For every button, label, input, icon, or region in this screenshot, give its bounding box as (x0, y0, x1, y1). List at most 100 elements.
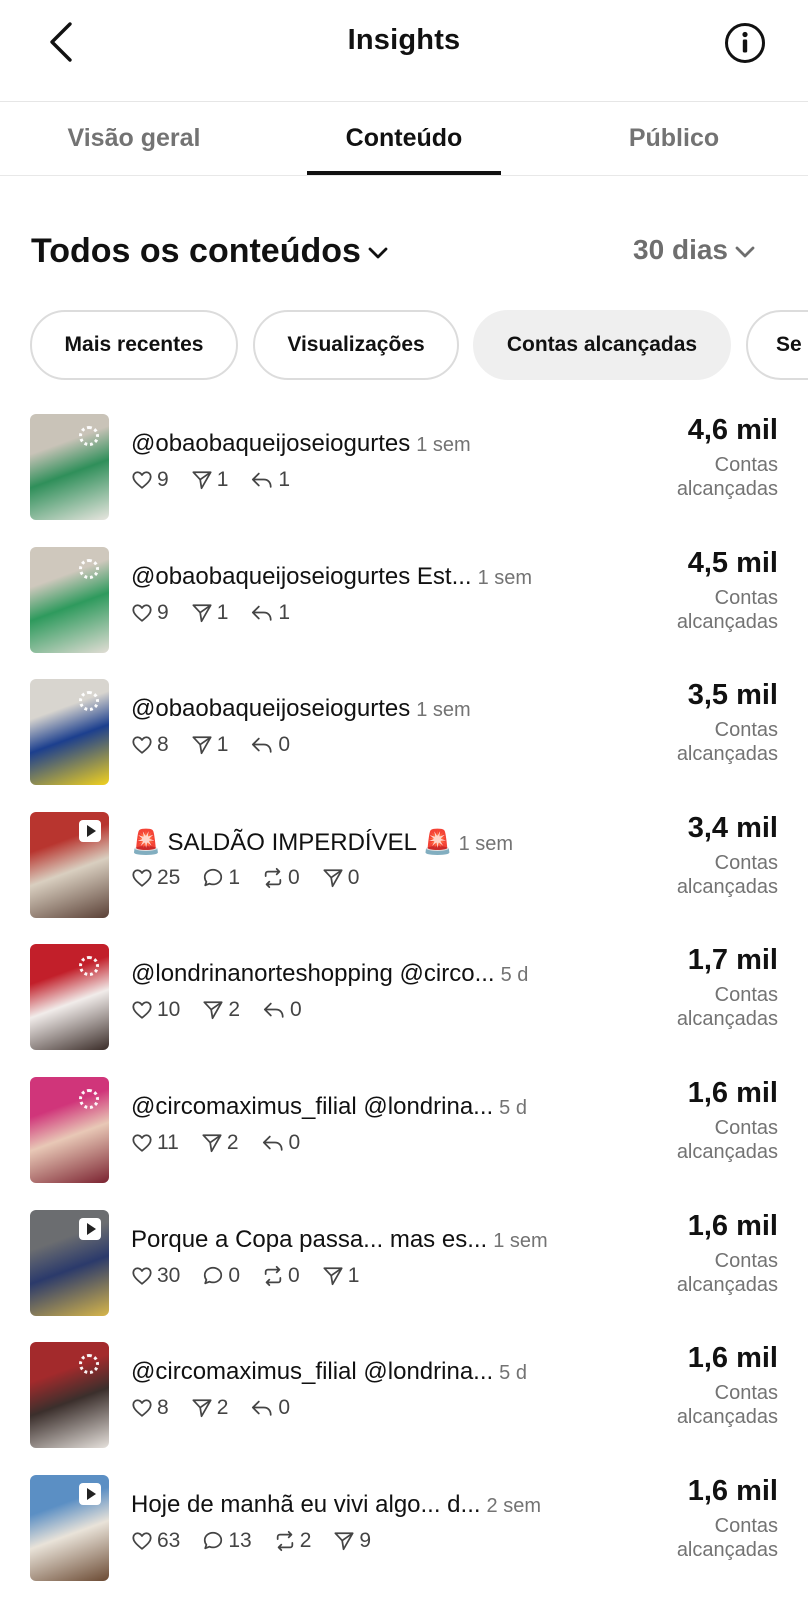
post-caption: @circomaximus_filial @londrina... (131, 1093, 494, 1120)
stat-value: 63 (157, 1528, 181, 1552)
stat-value: 30 (157, 1263, 181, 1287)
stat-value: 0 (228, 1263, 241, 1287)
video-icon (79, 819, 101, 842)
stat-value: 2 (228, 998, 241, 1022)
list-item[interactable]: @obaobaqueijoseiogurtes 1 sem 8 1 0 3,5 mil Co… (0, 665, 808, 800)
list-item[interactable]: Porque a Copa passa... mas es... 1 sem 30 0… (0, 1196, 808, 1331)
heart-icon (131, 1132, 153, 1154)
heart-icon (131, 469, 153, 491)
post-thumbnail (30, 944, 109, 1051)
metric-value: 1,6 mil (687, 1209, 778, 1242)
stat-value: 9 (157, 600, 169, 624)
pill-more[interactable]: Se (746, 310, 808, 380)
post-caption-line: 🚨 SALDÃO IMPERDÍVEL 🚨 1 sem (131, 828, 591, 857)
post-caption: 🚨 SALDÃO IMPERDÍVEL 🚨 (131, 828, 453, 856)
repost-count: 0 (262, 866, 300, 890)
list-item[interactable]: @circomaximus_filial @londrina... 5 d 8 2 0 1… (0, 1328, 808, 1463)
comment-icon (202, 867, 224, 889)
comment-count: 0 (202, 1264, 240, 1288)
content-type-dropdown[interactable]: Todos os conteúdos (31, 232, 389, 271)
stat-value: 1 (216, 468, 229, 491)
post-caption: @obaobaqueijoseiogurtes Est... (131, 562, 472, 590)
reply-count: 0 (250, 733, 290, 757)
reply-count: 0 (262, 998, 302, 1022)
post-thumbnail (30, 1342, 109, 1449)
list-item[interactable]: Hoje de manhã eu vivi algo... d... 2 sem 6… (0, 1461, 808, 1596)
tab-overview[interactable]: Visão geral (4, 124, 264, 153)
metric-label: Contas alcançadas (676, 1514, 778, 1561)
post-caption: Hoje de manhã eu vivi algo... d... (131, 1490, 481, 1518)
reply-count: 1 (250, 601, 290, 625)
metric-label: Contas alcançadas (676, 1249, 778, 1296)
repost-count: 2 (274, 1529, 311, 1553)
post-stats: 9 1 1 (131, 468, 290, 492)
list-item[interactable]: @londrinanorteshopping @circo... 5 d 10 2 0 1… (0, 930, 808, 1065)
heart-icon (131, 1530, 153, 1552)
list-item[interactable]: @obaobaqueijoseiogurtes Est... 1 sem 9 1 1 4,… (0, 533, 808, 668)
filter-row: Todos os conteúdos 30 dias (0, 222, 808, 278)
carousel-icon (79, 1089, 99, 1109)
post-stats: 10 2 0 (131, 998, 302, 1022)
metric-value: 3,5 mil (687, 679, 778, 712)
tab-audience[interactable]: Público (544, 124, 804, 153)
post-age: 1 sem (416, 699, 471, 722)
stat-value: 0 (288, 1263, 300, 1287)
post-metric: 4,6 mil Contas alcançadas (638, 414, 778, 501)
heart-icon (131, 1265, 153, 1287)
list-item[interactable]: 🚨 SALDÃO IMPERDÍVEL 🚨 1 sem 25 1 0 0 3,4 mil Co… (0, 798, 808, 933)
header: Insights (0, 0, 808, 102)
post-thumbnail (30, 1209, 109, 1316)
post-thumbnail (30, 414, 109, 520)
list-item[interactable]: @circomaximus_filial @londrina... 5 d 11 2 0… (0, 1063, 808, 1198)
send-icon (201, 1132, 223, 1154)
tab-content[interactable]: Conteúdo (274, 124, 534, 153)
heart-count: 9 (131, 468, 169, 492)
post-caption: @obaobaqueijoseiogurtes (131, 695, 411, 723)
period-label: 30 dias (633, 234, 728, 265)
comment-count: 1 (202, 866, 240, 890)
post-stats: 63 13 2 9 (131, 1529, 371, 1553)
heart-count: 10 (131, 998, 180, 1022)
pill-accounts-reached[interactable]: Contas alcançadas (473, 310, 731, 380)
repost-count: 0 (262, 1264, 300, 1288)
stat-value: 1 (278, 600, 291, 624)
post-thumbnail (30, 1077, 109, 1183)
stat-value: 2 (216, 1396, 229, 1420)
period-dropdown[interactable]: 30 dias (633, 234, 756, 266)
post-caption-line: @londrinanorteshopping @circo... 5 d (131, 960, 591, 988)
reply-icon (250, 1397, 274, 1419)
stat-value: 0 (290, 998, 302, 1022)
metric-label: Contas alcançadas (676, 1117, 778, 1163)
post-caption-line: @obaobaqueijoseiogurtes 1 sem (131, 695, 591, 723)
metric-label: Contas alcançadas (676, 984, 778, 1031)
send-icon (191, 734, 213, 756)
stat-value: 0 (278, 733, 291, 757)
info-button[interactable] (724, 22, 766, 64)
metric-value: 3,4 mil (687, 811, 778, 844)
stat-value: 1 (278, 468, 291, 491)
post-age: 2 sem (486, 1494, 542, 1517)
post-caption-line: @obaobaqueijoseiogurtes Est... 1 sem (131, 563, 591, 591)
video-icon (79, 1217, 101, 1240)
list-item[interactable]: @obaobaqueijoseiogurtes 1 sem 9 1 1 4,6 mil Co… (0, 400, 808, 535)
pill-most-recent[interactable]: Mais recentes (30, 310, 238, 380)
comment-count: 13 (202, 1529, 252, 1553)
post-stats: 30 0 0 1 (131, 1264, 359, 1288)
stat-value: 11 (157, 1131, 179, 1154)
post-caption-line: @circomaximus_filial @londrina... 5 d (131, 1358, 591, 1386)
metric-value: 1,6 mil (687, 1077, 778, 1109)
carousel-icon (79, 558, 99, 579)
carousel-icon (79, 1354, 99, 1375)
repost-icon (262, 1265, 284, 1287)
send-count: 2 (191, 1396, 229, 1420)
page-title: Insights (347, 24, 461, 56)
pill-views[interactable]: Visualizações (253, 310, 459, 380)
post-caption-line: Porque a Copa passa... mas es... 1 sem (131, 1226, 591, 1254)
send-icon (191, 1397, 213, 1419)
send-count: 0 (322, 866, 359, 890)
metric-value: 1,6 mil (687, 1342, 778, 1375)
metric-label: Contas alcançadas (676, 1382, 778, 1429)
send-icon (333, 1530, 355, 1552)
post-stats: 9 1 1 (131, 601, 290, 625)
stat-value: 8 (157, 733, 169, 757)
